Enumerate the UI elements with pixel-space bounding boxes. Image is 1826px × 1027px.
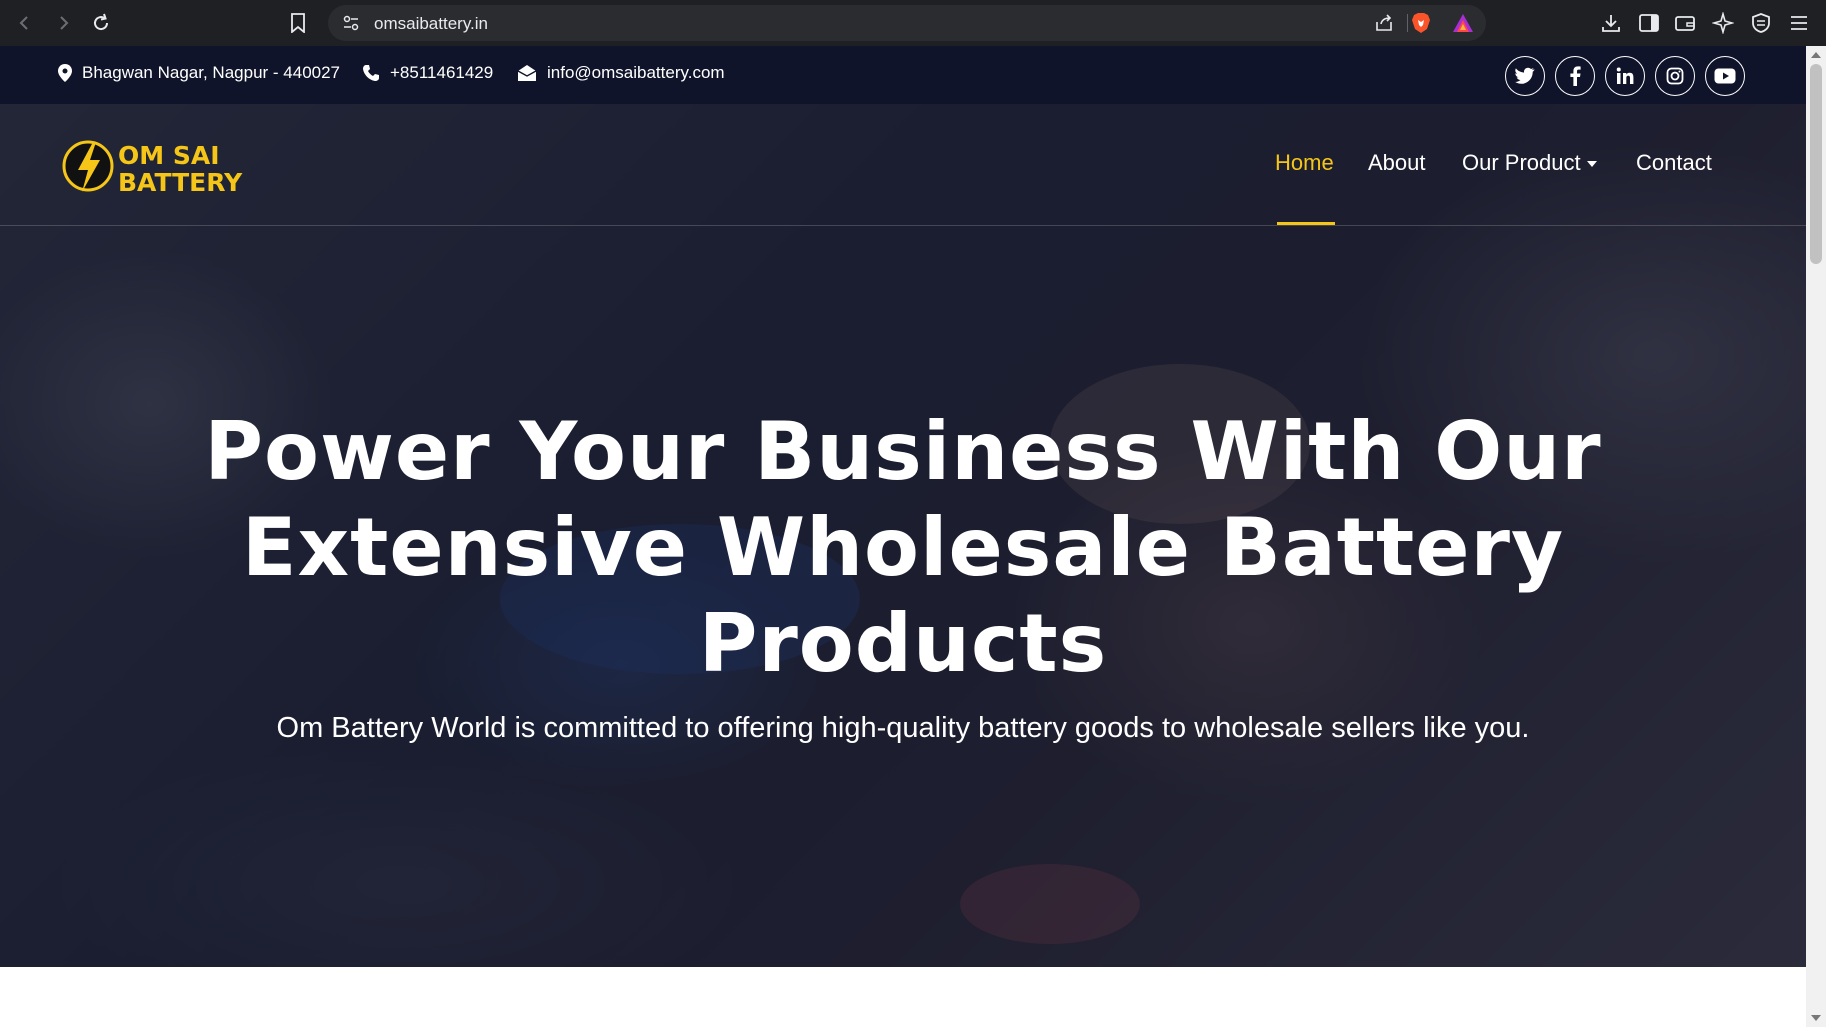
twitter-icon — [1515, 67, 1535, 84]
divider — [1407, 14, 1408, 32]
address-text: Bhagwan Nagar, Nagpur - 440027 — [82, 63, 341, 82]
hero-title-line2: Extensive Wholesale Battery — [241, 501, 1565, 594]
hero-title-line3: Products — [698, 597, 1108, 690]
phone-info[interactable]: +8511461429 — [362, 63, 493, 83]
nav-our-product-label: Our Product — [1462, 150, 1581, 175]
map-marker-icon — [58, 64, 72, 82]
back-icon[interactable] — [12, 10, 38, 36]
brave-shields-icon[interactable] — [1410, 12, 1432, 34]
nav-home[interactable]: Home — [1275, 150, 1334, 176]
email-text[interactable]: info@omsaibattery.com — [547, 63, 725, 83]
main-navbar: OM SAI BATTERY Home About Our Product Co… — [0, 104, 1806, 226]
page-scrollbar[interactable] — [1806, 46, 1826, 1027]
sidebar-icon[interactable] — [1638, 12, 1660, 34]
nav-our-product[interactable]: Our Product — [1462, 150, 1597, 176]
facebook-link[interactable] — [1555, 56, 1595, 96]
youtube-link[interactable] — [1705, 56, 1745, 96]
reload-icon[interactable] — [88, 10, 114, 36]
logo-line1: OM SAI — [118, 141, 220, 170]
logo-line2: BATTERY — [118, 168, 243, 197]
twitter-link[interactable] — [1505, 56, 1545, 96]
nav-about[interactable]: About — [1368, 150, 1426, 176]
scroll-down-arrow-icon[interactable] — [1811, 1015, 1821, 1021]
instagram-link[interactable] — [1655, 56, 1695, 96]
nav-contact[interactable]: Contact — [1636, 150, 1712, 176]
url-text[interactable]: omsaibattery.in — [374, 14, 488, 34]
linkedin-icon — [1616, 67, 1634, 84]
hero-title-line1: Power Your Business With Our — [204, 405, 1602, 498]
share-icon[interactable] — [1374, 13, 1394, 33]
logo[interactable]: OM SAI BATTERY — [60, 128, 260, 204]
bookmark-icon[interactable] — [285, 10, 311, 36]
email-info[interactable]: info@omsaibattery.com — [517, 63, 725, 83]
download-icon[interactable] — [1600, 12, 1622, 34]
facebook-icon — [1570, 66, 1581, 86]
envelope-open-icon — [517, 65, 537, 81]
address-bar[interactable]: omsaibattery.in — [328, 5, 1486, 41]
leo-ai-icon[interactable] — [1712, 12, 1734, 34]
youtube-icon — [1714, 68, 1736, 84]
site-settings-icon[interactable] — [342, 14, 360, 32]
address-info: Bhagwan Nagar, Nagpur - 440027 — [58, 63, 340, 83]
linkedin-link[interactable] — [1605, 56, 1645, 96]
hero-subtitle: Om Battery World is committed to offerin… — [276, 712, 1530, 744]
hero-title: Power Your Business With Our Extensive W… — [120, 404, 1686, 692]
forward-icon[interactable] — [50, 10, 76, 36]
hero-section: OM SAI BATTERY Home About Our Product Co… — [0, 104, 1806, 967]
menu-icon[interactable] — [1788, 12, 1810, 34]
phone-icon — [363, 65, 379, 81]
chevron-down-icon — [1586, 161, 1597, 168]
instagram-icon — [1666, 67, 1684, 85]
brave-rewards-icon[interactable] — [1452, 13, 1474, 33]
browser-toolbar: omsaibattery.in — [0, 0, 1826, 46]
phone-text[interactable]: +8511461429 — [390, 63, 493, 83]
active-nav-indicator — [1277, 222, 1335, 225]
scroll-up-arrow-icon[interactable] — [1811, 52, 1821, 58]
vpn-shield-icon[interactable] — [1750, 12, 1772, 34]
top-info-bar: Bhagwan Nagar, Nagpur - 440027 +85114614… — [0, 46, 1806, 104]
scrollbar-thumb[interactable] — [1810, 64, 1822, 264]
wallet-icon[interactable] — [1674, 12, 1696, 34]
